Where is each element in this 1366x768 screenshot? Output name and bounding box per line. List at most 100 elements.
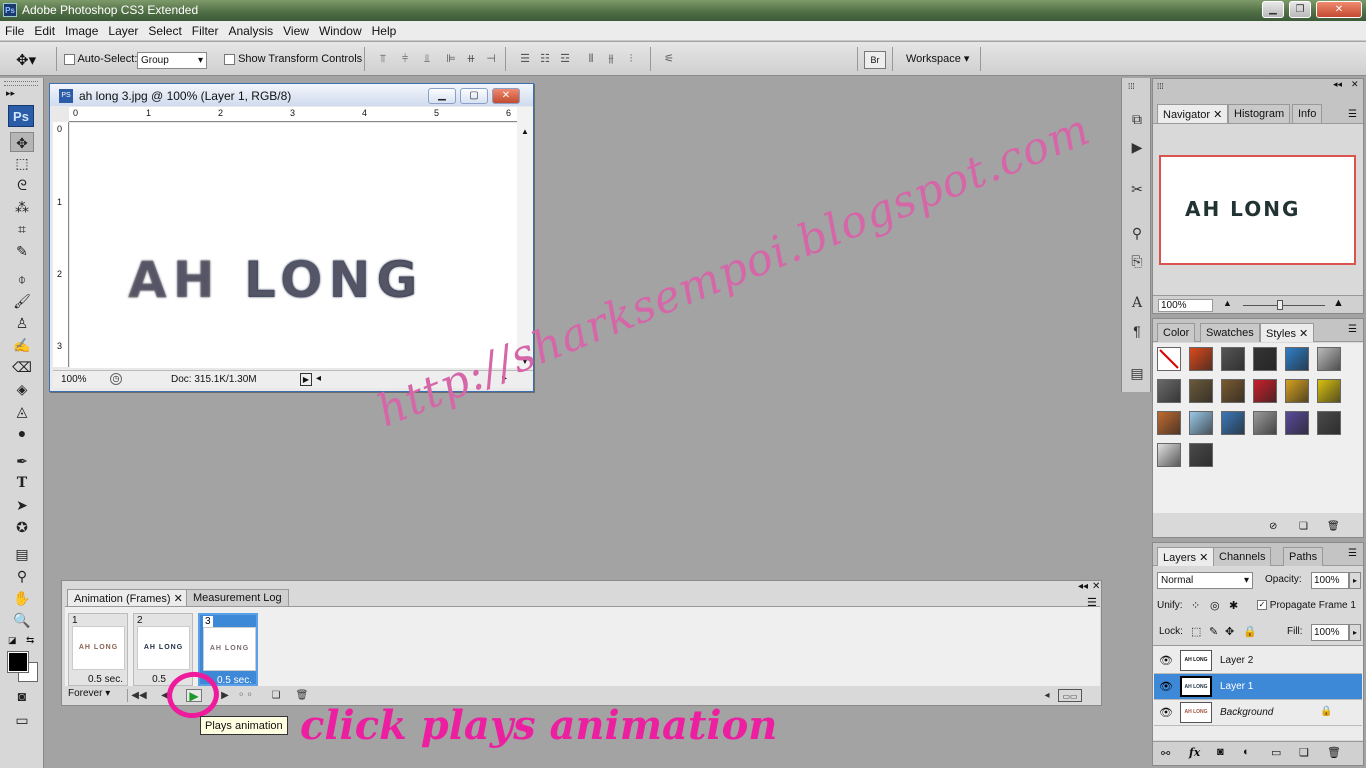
- eyedropper-tool-icon[interactable]: ⚲: [10, 566, 34, 586]
- tab-paths[interactable]: Paths: [1283, 547, 1324, 566]
- quick-mask-icon[interactable]: ◙: [10, 686, 34, 706]
- panel-grip-icon[interactable]: ⁞⁞⁞: [1157, 82, 1164, 91]
- loop-options-dropdown[interactable]: Forever ▾: [68, 688, 110, 699]
- slice-tool-icon[interactable]: ✎: [10, 241, 34, 261]
- style-swatch[interactable]: [1253, 411, 1277, 435]
- fill-input[interactable]: 100%: [1311, 624, 1349, 641]
- frame-delay[interactable]: 0.5: [152, 674, 166, 685]
- panel-menu-icon[interactable]: ☰: [1348, 324, 1357, 335]
- visibility-eye-icon[interactable]: 👁: [1159, 680, 1173, 693]
- style-swatch[interactable]: [1221, 347, 1245, 371]
- distribute-bottom-icon[interactable]: ☲: [558, 53, 572, 66]
- blend-mode-dropdown[interactable]: Normal ▾: [1157, 572, 1253, 589]
- layer-style-icon[interactable]: fx: [1189, 746, 1200, 759]
- move-tool-icon[interactable]: ✥: [10, 132, 34, 152]
- toolbox-grip[interactable]: [4, 81, 38, 86]
- style-swatch[interactable]: [1221, 379, 1245, 403]
- align-bottom-icon[interactable]: ⫫: [420, 53, 434, 66]
- style-swatch[interactable]: [1285, 411, 1309, 435]
- history-brush-tool-icon[interactable]: ✍: [10, 335, 34, 355]
- clear-style-icon[interactable]: ⊘: [1269, 521, 1277, 532]
- panel-menu-icon[interactable]: ☰: [1348, 548, 1357, 559]
- layer-comps-icon[interactable]: ▤: [1126, 362, 1148, 384]
- close-button[interactable]: ✕: [1316, 1, 1362, 18]
- hand-tool-icon[interactable]: ✋: [10, 588, 34, 608]
- menu-image[interactable]: Image: [60, 21, 103, 38]
- menu-window[interactable]: Window: [314, 21, 367, 38]
- tab-histogram[interactable]: Histogram: [1228, 104, 1291, 123]
- delete-layer-icon[interactable]: 🗑: [1327, 746, 1341, 759]
- path-selection-tool-icon[interactable]: ➤: [10, 495, 34, 515]
- blur-tool-icon[interactable]: ◬: [10, 401, 34, 421]
- style-swatch[interactable]: [1157, 347, 1181, 371]
- panel-collapse-icon[interactable]: ◂◂: [1078, 581, 1088, 592]
- style-swatch[interactable]: [1253, 379, 1277, 403]
- style-swatch[interactable]: [1285, 347, 1309, 371]
- style-swatch[interactable]: [1189, 411, 1213, 435]
- default-colors-icon[interactable]: ◪: [8, 635, 17, 646]
- opacity-input[interactable]: 100%: [1311, 572, 1349, 589]
- style-swatch[interactable]: [1285, 379, 1309, 403]
- paint-bucket-tool-icon[interactable]: ◈: [10, 379, 34, 399]
- frame-delay[interactable]: 0.5 sec.: [88, 674, 123, 685]
- layer-row-background[interactable]: 👁 AH LONG Background 🔒: [1154, 700, 1362, 726]
- style-swatch[interactable]: [1189, 443, 1213, 467]
- next-frame-icon[interactable]: ▶: [217, 689, 233, 702]
- layer-row-layer-2[interactable]: 👁 AH LONG Layer 2: [1154, 648, 1362, 674]
- zoom-tool-icon[interactable]: 🔍: [10, 610, 34, 630]
- new-group-icon[interactable]: ▭: [1271, 746, 1281, 759]
- brush-tool-icon[interactable]: 🖌: [10, 291, 34, 311]
- style-swatch[interactable]: [1317, 411, 1341, 435]
- tab-styles[interactable]: Styles ✕: [1260, 323, 1315, 342]
- doc-close-button[interactable]: ✕: [492, 88, 520, 104]
- tab-layers[interactable]: Layers ✕: [1157, 547, 1215, 566]
- distribute-left-icon[interactable]: ⫴: [584, 53, 598, 66]
- menu-edit[interactable]: Edit: [29, 21, 60, 38]
- duplicate-frame-icon[interactable]: ❏: [268, 689, 284, 702]
- align-left-icon[interactable]: ⊫: [444, 53, 458, 66]
- unify-visibility-icon[interactable]: ◎: [1210, 599, 1220, 612]
- delete-frame-icon[interactable]: 🗑: [294, 689, 310, 702]
- tab-measurement-log[interactable]: Measurement Log: [186, 589, 289, 607]
- scroll-left-icon[interactable]: ◂: [1039, 689, 1055, 702]
- menu-view[interactable]: View: [278, 21, 314, 38]
- style-swatch[interactable]: [1253, 347, 1277, 371]
- style-swatch[interactable]: [1317, 347, 1341, 371]
- actions-panel-icon[interactable]: ▶: [1126, 136, 1148, 158]
- healing-brush-tool-icon[interactable]: ⌽: [10, 269, 34, 289]
- menu-filter[interactable]: Filter: [187, 21, 224, 38]
- propagate-frame-toggle[interactable]: ✓ Propagate Frame 1: [1257, 600, 1356, 611]
- magic-wand-tool-icon[interactable]: ⁂: [10, 197, 34, 217]
- zoom-slider-handle[interactable]: [1277, 300, 1283, 310]
- document-canvas[interactable]: AH LONG: [70, 123, 527, 368]
- minimize-button[interactable]: ▁: [1262, 1, 1284, 18]
- fill-slider-arrow-icon[interactable]: ▸: [1349, 624, 1361, 641]
- menu-analysis[interactable]: Analysis: [223, 21, 278, 38]
- layer-row-layer-1[interactable]: 👁 AH LONG Layer 1: [1154, 674, 1362, 700]
- notes-tool-icon[interactable]: ▤: [10, 544, 34, 564]
- paragraph-panel-icon[interactable]: ¶: [1126, 320, 1148, 342]
- scroll-up-icon[interactable]: ▲: [521, 127, 529, 136]
- animation-frame-1[interactable]: 1 AH LONG 0.5 sec.: [68, 613, 128, 686]
- swap-colors-icon[interactable]: ⇆: [26, 635, 34, 646]
- align-hcenter-icon[interactable]: ⧺: [464, 53, 478, 66]
- layer-name[interactable]: Layer 2: [1220, 655, 1253, 666]
- doc-minimize-button[interactable]: ▁: [428, 88, 456, 104]
- align-vcenter-icon[interactable]: ⫩: [398, 53, 412, 66]
- zoom-out-icon[interactable]: ▲: [1223, 298, 1232, 308]
- bridge-icon[interactable]: Br: [864, 51, 886, 69]
- clone-source-icon[interactable]: ⎘: [1126, 250, 1148, 272]
- eraser-tool-icon[interactable]: ⌫: [10, 357, 34, 377]
- photoshop-logo[interactable]: Ps: [8, 105, 34, 127]
- dock-grip-icon[interactable]: ⁞⁞⁞: [1128, 82, 1135, 91]
- tab-swatches[interactable]: Swatches: [1200, 323, 1260, 342]
- unify-position-icon[interactable]: ⁘: [1191, 599, 1200, 612]
- tab-channels[interactable]: Channels: [1213, 547, 1272, 566]
- lock-position-icon[interactable]: ✥: [1225, 625, 1234, 638]
- add-mask-icon[interactable]: ◙: [1217, 746, 1224, 758]
- workspace-menu[interactable]: Workspace ▾: [906, 52, 969, 65]
- doc-maximize-button[interactable]: ▢: [460, 88, 488, 104]
- brushes-panel-icon[interactable]: ⚲: [1126, 222, 1148, 244]
- clock-icon[interactable]: ◷: [110, 373, 122, 385]
- close-icon[interactable]: ✕: [1299, 328, 1308, 340]
